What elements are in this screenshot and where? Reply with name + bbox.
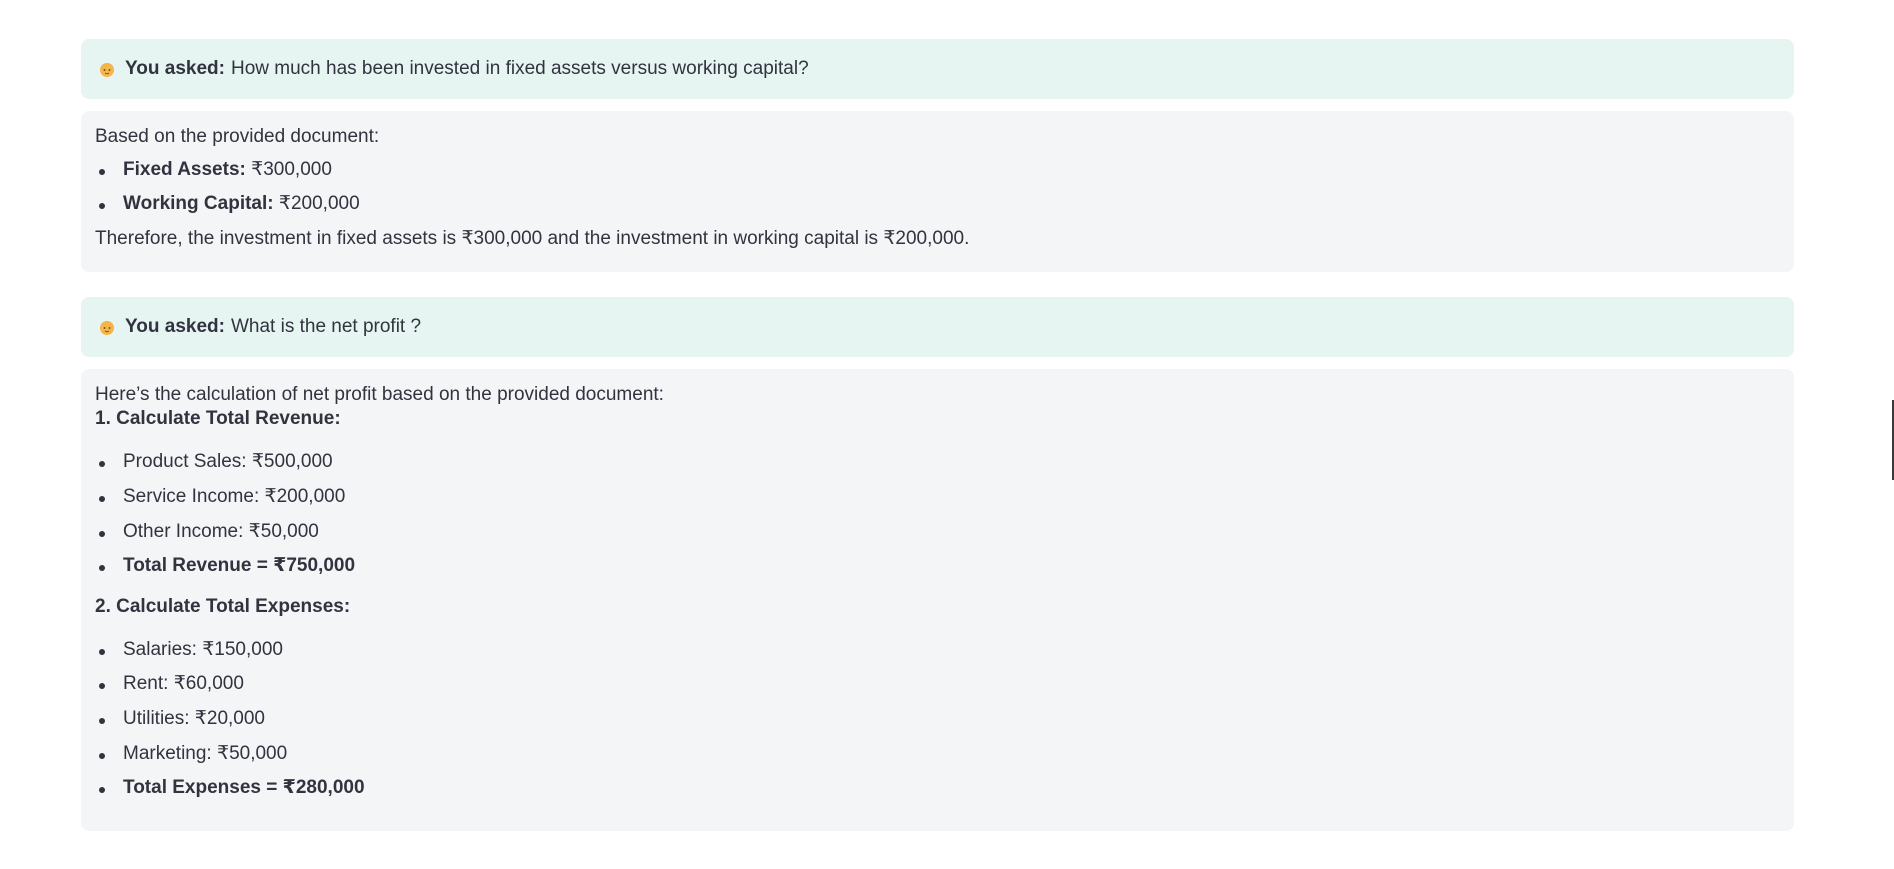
user-question-1: You asked: How much has been invested in… <box>81 39 1794 99</box>
question-text: What is the net profit ? <box>230 315 422 337</box>
list-item: Total Expenses = ₹280,000 <box>99 776 1780 801</box>
question-prefix: You asked: <box>125 58 225 79</box>
chat-history: You asked: How much has been invested in… <box>81 39 1794 831</box>
answer-intro: Here’s the calculation of net profit bas… <box>95 383 664 405</box>
list-item: Utilities: ₹20,000 <box>99 707 1780 732</box>
user-question-2: You asked: What is the net profit ? <box>81 296 1794 357</box>
step-heading: 1. Calculate Total Revenue: <box>95 408 341 430</box>
list-item: Working Capital: ₹200,000 <box>99 192 1780 217</box>
step-heading: 2. Calculate Total Expenses: <box>95 595 351 617</box>
list-item: Salaries: ₹150,000 <box>99 638 1780 663</box>
list-item: Total Revenue = ₹750,000 <box>99 554 1780 579</box>
total-label: Total Revenue <box>123 555 252 577</box>
assistant-answer-1: Based on the provided document: Fixed As… <box>81 111 1794 272</box>
list-item-value: ₹300,000 <box>251 158 332 180</box>
list-item: Other Income: ₹50,000 <box>99 520 1780 545</box>
list-item-label: Fixed Assets: <box>123 158 246 180</box>
total-value: = ₹750,000 <box>256 555 356 577</box>
list-item: Rent: ₹60,000 <box>99 672 1780 697</box>
total-label: Total Expenses <box>123 777 261 799</box>
person-emoji-icon <box>97 317 117 337</box>
list-item: Service Income: ₹200,000 <box>99 485 1780 510</box>
revenue-list: Product Sales: ₹500,000 Service Income: … <box>95 450 1780 579</box>
answer-intro: Based on the provided document: <box>95 126 380 147</box>
answer-conclusion: Therefore, the investment in fixed asset… <box>95 228 970 250</box>
list-item: Marketing: ₹50,000 <box>99 742 1780 767</box>
expense-list: Salaries: ₹150,000 Rent: ₹60,000 Utiliti… <box>95 638 1780 801</box>
page: You asked: How much has been invested in… <box>0 0 1894 869</box>
question-text: How much has been invested in fixed asse… <box>230 58 809 79</box>
total-value: = ₹280,000 <box>266 777 365 799</box>
person-emoji-icon <box>97 59 117 79</box>
list-item: Product Sales: ₹500,000 <box>99 450 1780 475</box>
list-item-label: Working Capital: <box>123 193 274 215</box>
answer-list: Fixed Assets: ₹300,000 Working Capital: … <box>95 158 1780 217</box>
list-item-value: ₹200,000 <box>278 193 360 215</box>
assistant-answer-2: Here’s the calculation of net profit bas… <box>81 368 1794 831</box>
question-prefix: You asked: <box>125 315 225 337</box>
list-item: Fixed Assets: ₹300,000 <box>99 158 1780 183</box>
